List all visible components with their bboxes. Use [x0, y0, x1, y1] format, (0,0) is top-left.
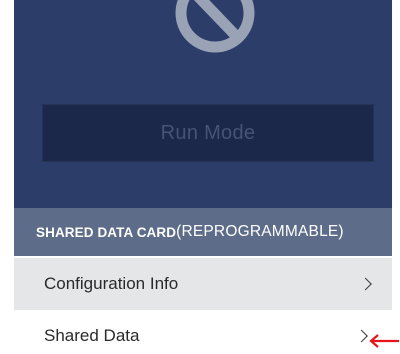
run-mode-button[interactable]: Run Mode [42, 104, 374, 162]
run-mode-overlay: Run Mode [14, 0, 392, 208]
card-title-suffix: (REPROGRAMMABLE) [176, 223, 344, 240]
chevron-right-icon [359, 277, 372, 291]
chevron-right-icon [355, 329, 368, 343]
run-mode-panel: Run Mode SHARED DATA CARD (REPROGRAMMABL… [14, 0, 392, 354]
red-arrow-left-icon [369, 334, 399, 348]
menu-item-configuration-info[interactable]: Configuration Info [14, 258, 392, 310]
card-title: SHARED DATA CARD [36, 224, 177, 240]
prohibited-icon [175, 0, 255, 53]
menu-item-label: Shared Data [44, 326, 140, 345]
menu-item-shared-data[interactable]: Shared Data [14, 318, 392, 354]
shared-data-card-header: SHARED DATA CARD (REPROGRAMMABLE) [14, 208, 392, 256]
run-mode-label: Run Mode [160, 121, 256, 144]
menu-item-label: Configuration Info [44, 274, 179, 293]
